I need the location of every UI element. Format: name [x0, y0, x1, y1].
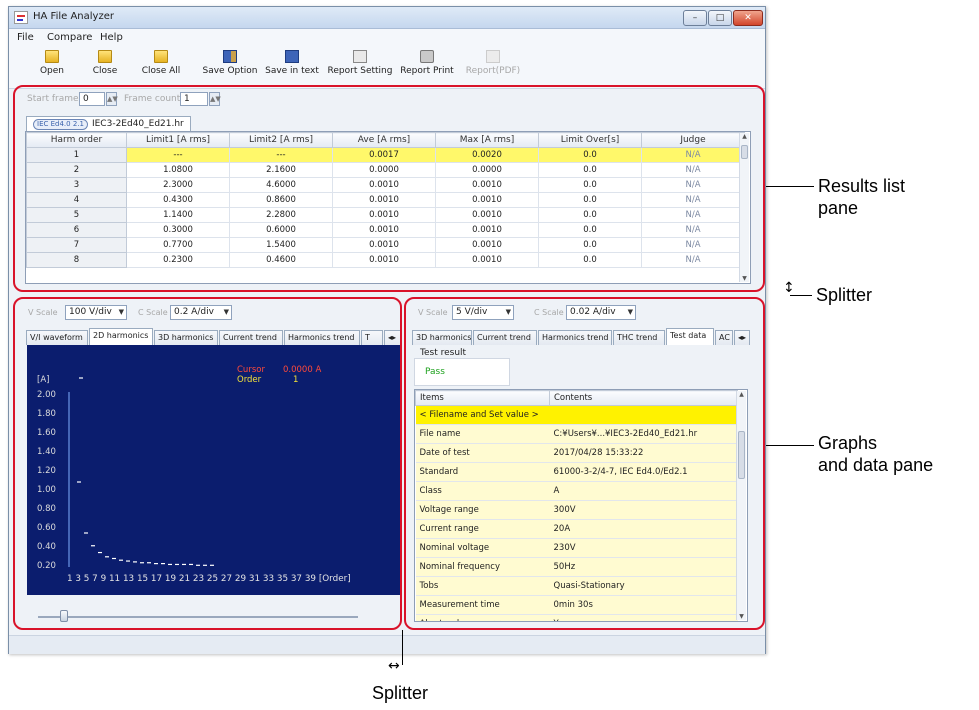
splitter-v-callout-line: [402, 630, 403, 665]
open-label: Open: [39, 66, 65, 76]
report-pdf-button[interactable]: Report(PDF): [465, 48, 521, 86]
menu-help[interactable]: Help: [100, 32, 123, 43]
open-button[interactable]: Open: [35, 48, 69, 86]
title-bar: HA File Analyzer – □ ✕: [9, 7, 765, 29]
save-option-button[interactable]: Save Option: [202, 48, 258, 86]
results-pane-highlight: [13, 85, 765, 292]
maximize-button[interactable]: □: [708, 10, 732, 26]
menu-file[interactable]: File: [17, 32, 34, 43]
results-callout: Results list pane: [818, 176, 906, 218]
report-print-label: Report Print: [400, 66, 454, 76]
folder-close-icon: [98, 50, 112, 63]
splitter-vertical-icon: ↔: [388, 658, 400, 674]
close-all-button[interactable]: Close All: [139, 48, 183, 86]
close-all-label: Close All: [141, 66, 181, 76]
close-button[interactable]: Close: [88, 48, 122, 86]
app-icon: [14, 11, 28, 24]
splitter-v-callout: Splitter: [372, 683, 429, 703]
graphs-callout: Graphs and data pane: [818, 433, 934, 475]
save-option-icon: [223, 50, 237, 63]
save-icon: [285, 50, 299, 63]
report-print-button[interactable]: Report Print: [397, 48, 457, 86]
save-in-text-label: Save in text: [265, 66, 319, 76]
close-window-button[interactable]: ✕: [733, 10, 763, 26]
menu-bar: File Compare Help: [9, 29, 765, 46]
close-label: Close: [92, 66, 118, 76]
report-setting-icon: [353, 50, 367, 63]
toolbar: Open Close Close All Save Option Save in…: [9, 46, 765, 89]
splitter-h-callout: Splitter: [816, 285, 873, 305]
folder-open-icon: [45, 50, 59, 63]
window-title: HA File Analyzer: [33, 11, 114, 22]
printer-icon: [420, 50, 434, 63]
splitter-h-callout-line: [790, 295, 812, 296]
save-option-label: Save Option: [202, 66, 258, 76]
folder-close-all-icon: [154, 50, 168, 63]
graphs-callout-line: [766, 445, 814, 446]
graph-pane-highlight: [13, 297, 402, 630]
results-callout-line: [766, 186, 814, 187]
save-in-text-button[interactable]: Save in text: [264, 48, 320, 86]
minimize-button[interactable]: –: [683, 10, 707, 26]
data-pane-highlight: [404, 297, 765, 630]
pdf-icon: [486, 50, 500, 63]
menu-compare[interactable]: Compare: [47, 32, 92, 43]
report-pdf-label: Report(PDF): [465, 66, 521, 76]
report-setting-label: Report Setting: [327, 66, 393, 76]
splitter-horizontal-icon: ↕: [783, 280, 795, 296]
status-bar: [9, 635, 765, 654]
report-setting-button[interactable]: Report Setting: [327, 48, 393, 86]
